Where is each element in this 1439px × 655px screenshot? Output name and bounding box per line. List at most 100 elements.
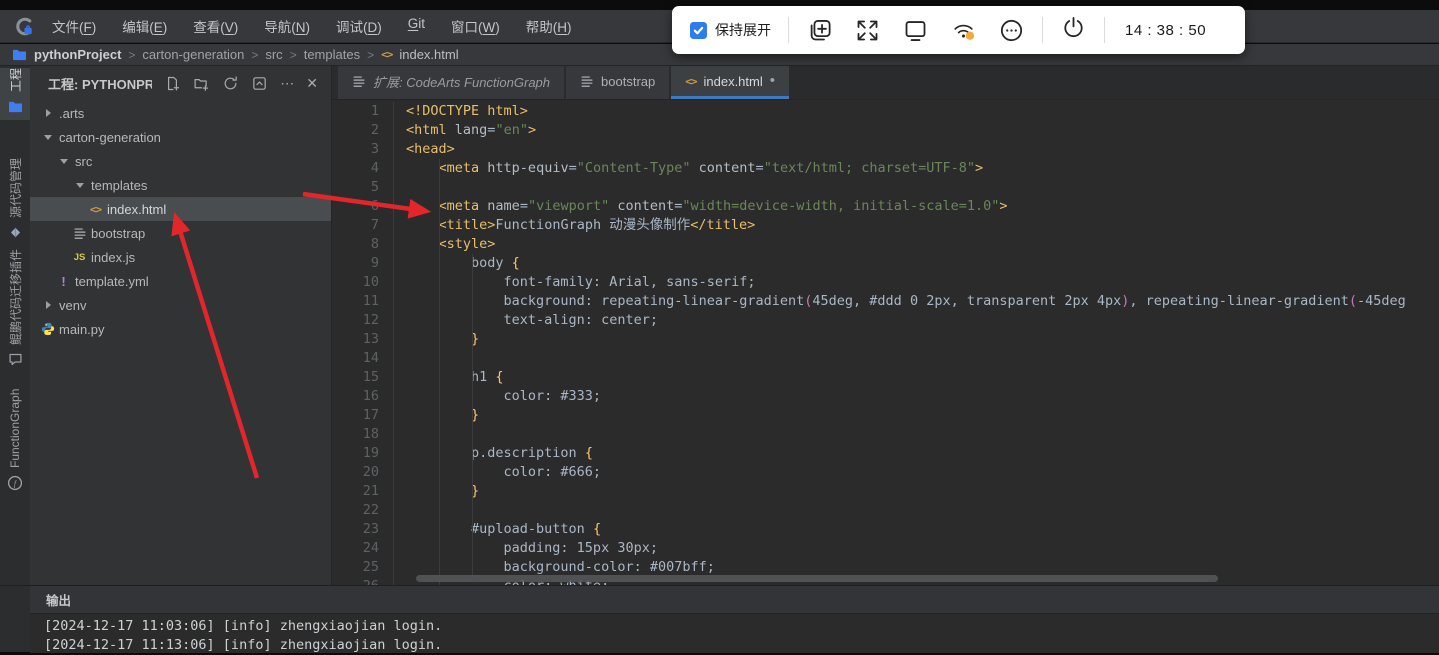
tree-item-src[interactable]: src xyxy=(30,149,331,173)
line-number: 2 xyxy=(332,121,394,140)
editor-tab-bootstrap[interactable]: bootstrap xyxy=(566,66,670,99)
rail-item-label: 工程 xyxy=(8,67,23,92)
close-icon[interactable]: ✕ xyxy=(306,75,318,92)
file-icon-slot: ! xyxy=(56,274,71,289)
tree-item-label: bootstrap xyxy=(91,225,146,241)
breadcrumb-separator: > xyxy=(289,47,297,62)
rail-item-item[interactable]: 源代码管理 xyxy=(0,150,30,246)
code-text: #upload-button { xyxy=(406,521,602,537)
editor-tab-index.html[interactable]: <> index.html • xyxy=(671,66,789,99)
chevron-down-icon[interactable] xyxy=(40,130,55,144)
new-file-icon[interactable] xyxy=(164,75,181,92)
code-text: } xyxy=(471,483,480,499)
code-line-24[interactable]: 24 padding: 15px 30px; xyxy=(332,539,1439,558)
refresh-icon[interactable] xyxy=(222,75,239,92)
rail-item-functiongraph[interactable]: f FunctionGraph xyxy=(0,389,30,497)
code-line-13[interactable]: 13 } xyxy=(332,330,1439,349)
code-line-15[interactable]: 15 h1 { xyxy=(332,368,1439,387)
code-line-9[interactable]: 9 body { xyxy=(332,254,1439,273)
menu-item-f[interactable]: 文件(F) xyxy=(39,16,109,36)
tree-item-label: templates xyxy=(91,177,148,193)
modified-dot-icon: • xyxy=(769,72,775,89)
code-line-7[interactable]: 7 <title>FunctionGraph 动漫头像制作</title> xyxy=(332,216,1439,235)
tree-item-cartongeneration[interactable]: carton-generation xyxy=(30,125,331,149)
rail-item-item[interactable]: 工程 xyxy=(0,68,30,120)
toolbar-icons xyxy=(806,17,1025,44)
code-line-17[interactable]: 17 } xyxy=(332,406,1439,425)
menu-item-git[interactable]: Git xyxy=(395,16,438,36)
menu-item-e[interactable]: 编辑(E) xyxy=(109,16,180,36)
chevron-right-icon[interactable] xyxy=(40,301,55,309)
code-line-1[interactable]: 1 <!DOCTYPE html> xyxy=(332,102,1439,121)
collapse-icon[interactable] xyxy=(251,75,268,92)
more-circle-icon[interactable] xyxy=(998,17,1025,44)
code-line-2[interactable]: 2 <html lang="en"> xyxy=(332,121,1439,140)
menu-item-d[interactable]: 调试(D) xyxy=(323,16,395,36)
fullscreen-icon[interactable] xyxy=(854,17,881,44)
new-folder-icon[interactable] xyxy=(193,75,210,92)
line-number: 15 xyxy=(332,368,394,387)
tree-item-venv[interactable]: venv xyxy=(30,293,331,317)
breadcrumb-segment-src[interactable]: src xyxy=(265,47,282,62)
list-icon xyxy=(580,74,594,88)
indent-guide xyxy=(472,254,473,577)
keep-open-checkbox[interactable]: 保持展开 xyxy=(690,20,771,40)
code-line-20[interactable]: 20 color: #666; xyxy=(332,463,1439,482)
breadcrumb-segment-cartongeneration[interactable]: carton-generation xyxy=(142,47,244,62)
file-tree: .arts carton-generation src templates <> inde… xyxy=(30,101,331,585)
chevron-down-icon[interactable] xyxy=(72,178,87,192)
line-number: 12 xyxy=(332,311,394,330)
rail-item-item[interactable]: 鲲鹏代码迁移插件 xyxy=(0,249,30,373)
line-number: 22 xyxy=(332,501,394,520)
tree-item-templates[interactable]: templates xyxy=(30,173,331,197)
monitor-icon[interactable] xyxy=(902,17,929,44)
code-line-3[interactable]: 3 <head> xyxy=(332,140,1439,159)
tree-item-main.py[interactable]: main.py xyxy=(30,317,331,341)
code-line-19[interactable]: 19 p.description { xyxy=(332,444,1439,463)
code-line-5[interactable]: 5 xyxy=(332,178,1439,197)
more-icon[interactable]: ⋯ xyxy=(280,75,294,92)
code-line-14[interactable]: 14 xyxy=(332,349,1439,368)
tree-item-index.html[interactable]: <> index.html xyxy=(30,197,331,221)
code-line-18[interactable]: 18 xyxy=(332,425,1439,444)
code-line-16[interactable]: 16 color: #333; xyxy=(332,387,1439,406)
code-line-8[interactable]: 8 <style> xyxy=(332,235,1439,254)
code-line-10[interactable]: 10 font-family: Arial, sans-serif; xyxy=(332,273,1439,292)
code-line-22[interactable]: 22 xyxy=(332,501,1439,520)
add-window-icon[interactable] xyxy=(806,17,833,44)
svg-text:f: f xyxy=(14,479,18,488)
code-line-12[interactable]: 12 text-align: center; xyxy=(332,311,1439,330)
toolbar-divider xyxy=(1042,17,1043,43)
code-line-23[interactable]: 23 #upload-button { xyxy=(332,520,1439,539)
wifi-icon[interactable] xyxy=(950,17,977,44)
menu-item-w[interactable]: 窗口(W) xyxy=(438,16,513,36)
tree-item-bootstrap[interactable]: bootstrap xyxy=(30,221,331,245)
code-text: text-align: center; xyxy=(406,312,658,328)
py-icon xyxy=(41,322,55,336)
menu-item-n[interactable]: 导航(N) xyxy=(251,16,323,36)
breadcrumb-segment-index.html[interactable]: index.html xyxy=(399,47,458,62)
checkbox-checked-icon[interactable] xyxy=(690,21,707,39)
project-panel: 工程: PYTHONPR⋯ ⋯✕ .artscarton-generations… xyxy=(30,66,332,585)
tree-item-index.js[interactable]: JS index.js xyxy=(30,245,331,269)
horizontal-scrollbar[interactable] xyxy=(416,575,1218,582)
code-area[interactable]: 1 <!DOCTYPE html> 2 <html lang="en"> 3 <head>… xyxy=(332,100,1439,585)
breadcrumb-segment-pythonproject[interactable]: pythonProject xyxy=(34,47,121,62)
code-line-6[interactable]: 6 <meta name="viewport" content="width=d… xyxy=(332,197,1439,216)
power-icon[interactable] xyxy=(1060,14,1087,41)
tree-item-template.yml[interactable]: ! template.yml xyxy=(30,269,331,293)
menu-item-v[interactable]: 查看(V) xyxy=(180,16,251,36)
code-lines: 1 <!DOCTYPE html> 2 <html lang="en"> 3 <head>… xyxy=(332,102,1439,585)
folder-icon xyxy=(8,100,23,113)
breadcrumb-segment-templates[interactable]: templates xyxy=(304,47,360,62)
menu-item-h[interactable]: 帮助(H) xyxy=(513,16,585,36)
code-line-4[interactable]: 4 <meta http-equiv="Content-Type" conten… xyxy=(332,159,1439,178)
editor: 扩展: CodeArts FunctionGraph bootstrap <> ind… xyxy=(332,66,1439,585)
chevron-right-icon[interactable] xyxy=(40,109,55,117)
tree-item-.arts[interactable]: .arts xyxy=(30,101,331,125)
code-line-11[interactable]: 11 background: repeating-linear-gradient… xyxy=(332,292,1439,311)
code-line-21[interactable]: 21 } xyxy=(332,482,1439,501)
file-icon-slot xyxy=(40,322,55,336)
chevron-down-icon[interactable] xyxy=(56,154,71,168)
editor-tab-codeartsfunctiongraph[interactable]: 扩展: CodeArts FunctionGraph xyxy=(338,66,565,99)
